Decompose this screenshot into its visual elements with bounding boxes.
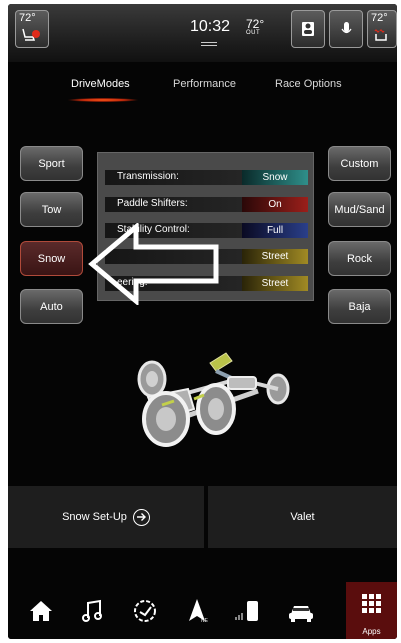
heated-steering-icon	[374, 29, 387, 41]
setting-value: On	[242, 197, 308, 212]
passenger-climate-tile[interactable]: 72°	[367, 10, 397, 48]
clock: 10:32	[190, 18, 231, 35]
setting-label: Paddle Shifters:	[117, 198, 188, 209]
music-note-icon	[82, 599, 102, 622]
setting-value: Full	[242, 223, 308, 238]
clock-divider	[201, 42, 217, 43]
gauge-icon	[134, 600, 156, 622]
navigation-button[interactable]: NE	[180, 596, 214, 626]
vehicle-chassis-illustration	[137, 352, 290, 447]
apps-grid-icon	[362, 594, 381, 613]
mode-rock-button[interactable]: Rock	[328, 241, 391, 276]
valet-button[interactable]: Valet	[208, 486, 397, 548]
heated-seat-icon	[22, 28, 40, 41]
media-button[interactable]	[76, 596, 110, 626]
tab-performance[interactable]: Performance	[173, 78, 236, 90]
valet-label: Valet	[290, 511, 315, 523]
mode-mudsand-button[interactable]: Mud/Sand	[328, 192, 391, 227]
apps-label: Apps	[362, 627, 381, 636]
phone-signal-icon	[235, 601, 258, 621]
tab-race-options[interactable]: Race Options	[275, 78, 342, 90]
car-icon	[289, 606, 313, 622]
outside-temp: 72° OUT	[246, 17, 264, 36]
driver-climate-tile[interactable]: 72°	[15, 10, 49, 48]
mode-auto-button[interactable]: Auto	[20, 289, 83, 324]
outside-temp-value: 72°	[246, 17, 265, 31]
phone-button[interactable]	[230, 596, 264, 626]
setting-value: Street	[242, 249, 308, 264]
mode-baja-button[interactable]: Baja	[328, 289, 391, 324]
compass-heading: NE	[201, 618, 208, 624]
snow-setup-label: Snow Set-Up	[62, 511, 127, 523]
mode-custom-button[interactable]: Custom	[328, 146, 391, 181]
compass-arrow-icon	[189, 599, 205, 621]
voice-button[interactable]	[329, 10, 363, 48]
tab-drivemodes[interactable]: DriveModes	[71, 78, 130, 90]
tab-bar: DriveModes Performance Race Options	[8, 74, 397, 100]
setting-value: Street	[242, 276, 308, 291]
setting-row-transmission: Transmission: Snow	[105, 170, 308, 185]
callout-arrow-icon	[88, 223, 219, 305]
setting-value: Snow	[242, 170, 308, 185]
setting-row-paddle-shifters: Paddle Shifters: On	[105, 197, 308, 212]
apps-button[interactable]: Apps	[346, 582, 397, 639]
status-bar: 72° 10:32 72° OUT 72°	[8, 4, 397, 62]
setting-label: Transmission:	[117, 171, 179, 182]
active-tab-indicator	[68, 98, 138, 102]
driver-temp: 72°	[19, 12, 36, 24]
passenger-temp: 72°	[371, 12, 388, 24]
arrow-right-icon	[132, 508, 150, 526]
microphone-icon	[341, 22, 352, 34]
home-icon	[30, 601, 52, 621]
profile-button[interactable]	[291, 10, 325, 48]
screen: 72° 10:32 72° OUT 72° DriveModes Perform…	[8, 4, 397, 639]
snow-setup-button[interactable]: Snow Set-Up	[8, 486, 204, 548]
mode-sport-button[interactable]: Sport	[20, 146, 83, 181]
vehicle-button[interactable]	[284, 596, 318, 626]
mode-tow-button[interactable]: Tow	[20, 192, 83, 227]
person-icon	[302, 22, 314, 36]
mode-snow-button[interactable]: Snow	[20, 241, 83, 276]
controls-button[interactable]	[128, 596, 162, 626]
home-button[interactable]	[24, 596, 58, 626]
bottom-nav-bar: NE	[8, 582, 397, 639]
